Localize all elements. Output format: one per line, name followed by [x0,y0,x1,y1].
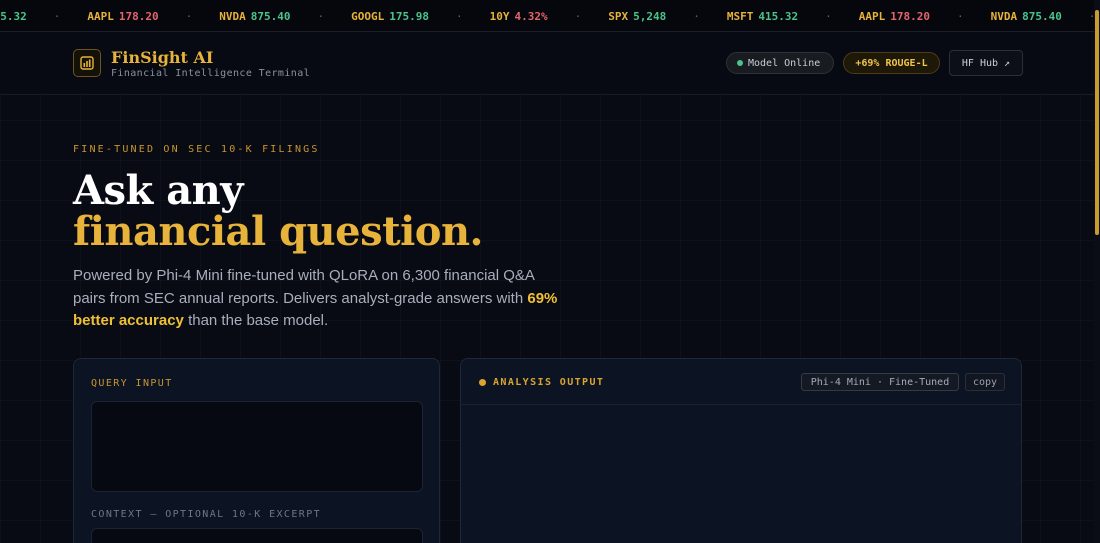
ticker-value: 178.20 [118,10,159,23]
ticker-value: 4.32% [514,10,548,23]
ticker-track: 415.32 · AAPL 178.20 · NVDA 875.40 · GOOGL 175.98… [0,10,1100,23]
ticker-item: MSFT 415.32 · [727,10,859,23]
ticker-value: 178.20 [890,10,930,23]
ticker-item: 415.32 · [0,10,87,23]
analysis-output-label: ANALYSIS OUTPUT [493,377,605,388]
ticker-separator: · [693,10,700,23]
ticker-value: 875.40 [1022,10,1062,23]
hero-headline-line1: Ask any [73,167,243,214]
ticker-item: AAPL 178.20 · [87,10,219,23]
ticker-symbol: NVDA [990,10,1018,23]
hero-eyebrow: FINE-TUNED ON SEC 10-K FILINGS [73,144,320,155]
hf-hub-link[interactable]: HF Hub ↗ [949,50,1023,76]
query-input[interactable] [91,401,423,492]
hero-description-text: Powered by Phi-4 Mini fine-tuned with QL… [73,267,535,307]
top-header: FinSight AI Financial Intelligence Termi… [0,32,1100,95]
ticker-symbol: AAPL [858,10,886,23]
ticker-separator: · [574,10,582,23]
ticker-separator: · [317,10,325,23]
scrollbar-thumb[interactable] [1095,10,1099,235]
brand-name: FinSight AI [111,48,214,67]
ticker-separator: · [53,10,61,23]
logo[interactable] [73,49,101,77]
rouge-metric-badge: +69% ROUGE-L [843,52,940,74]
copy-button[interactable]: copy [965,373,1005,391]
ticker-value: 175.98 [389,10,429,23]
ticker-separator: · [825,10,832,23]
context-label: CONTEXT — OPTIONAL 10-K EXCERPT [91,509,322,520]
ticker-separator: · [957,10,964,23]
query-input-label: QUERY INPUT [91,378,173,389]
hero-description-tail: than the base model. [183,312,329,329]
scrollbar[interactable] [1094,0,1100,543]
ticker-item: NVDA 875.40 · [991,10,1100,23]
ticker-item: NVDA 875.40 · [219,10,351,23]
model-tag: Phi-4 Mini · Fine-Tuned [801,373,959,391]
ticker-value: 415.32 [0,10,27,23]
hero-description: Powered by Phi-4 Mini fine-tuned with QL… [73,265,563,333]
model-status-label: Model Online [748,57,821,69]
ticker-separator: · [185,10,193,23]
status-dot-icon [737,60,743,66]
brand-subtitle: Financial Intelligence Terminal [111,68,311,79]
stock-ticker: 415.32 · AAPL 178.20 · NVDA 875.40 · GOOGL 175.98… [0,0,1100,32]
output-status-dot-icon [479,379,486,386]
ticker-value: 415.32 [758,10,799,23]
ticker-symbol: AAPL [87,10,114,23]
ticker-symbol: NVDA [219,10,246,23]
ticker-separator: · [456,10,463,23]
ticker-item: GOOGL 175.98 · [351,10,490,23]
ticker-symbol: 10Y [489,10,510,23]
ticker-item: SPX 5,248 · [608,10,727,23]
hero-headline-line2: financial question. [73,208,483,255]
model-status-badge: Model Online [726,52,834,74]
bar-chart-icon [80,56,94,70]
ticker-symbol: GOOGL [351,10,385,23]
output-panel: ANALYSIS OUTPUT Phi-4 Mini · Fine-Tuned … [460,358,1022,543]
context-input[interactable] [91,528,423,543]
output-header: ANALYSIS OUTPUT Phi-4 Mini · Fine-Tuned … [461,359,1021,405]
ticker-value: 5,248 [633,10,667,23]
ticker-item: AAPL 178.20 · [859,10,991,23]
ticker-symbol: SPX [608,10,629,23]
ticker-symbol: MSFT [726,10,754,23]
ticker-value: 875.40 [250,10,291,23]
ticker-item: 10Y 4.32% · [490,10,609,23]
query-panel: QUERY INPUT CONTEXT — OPTIONAL 10-K EXCE… [73,358,440,543]
